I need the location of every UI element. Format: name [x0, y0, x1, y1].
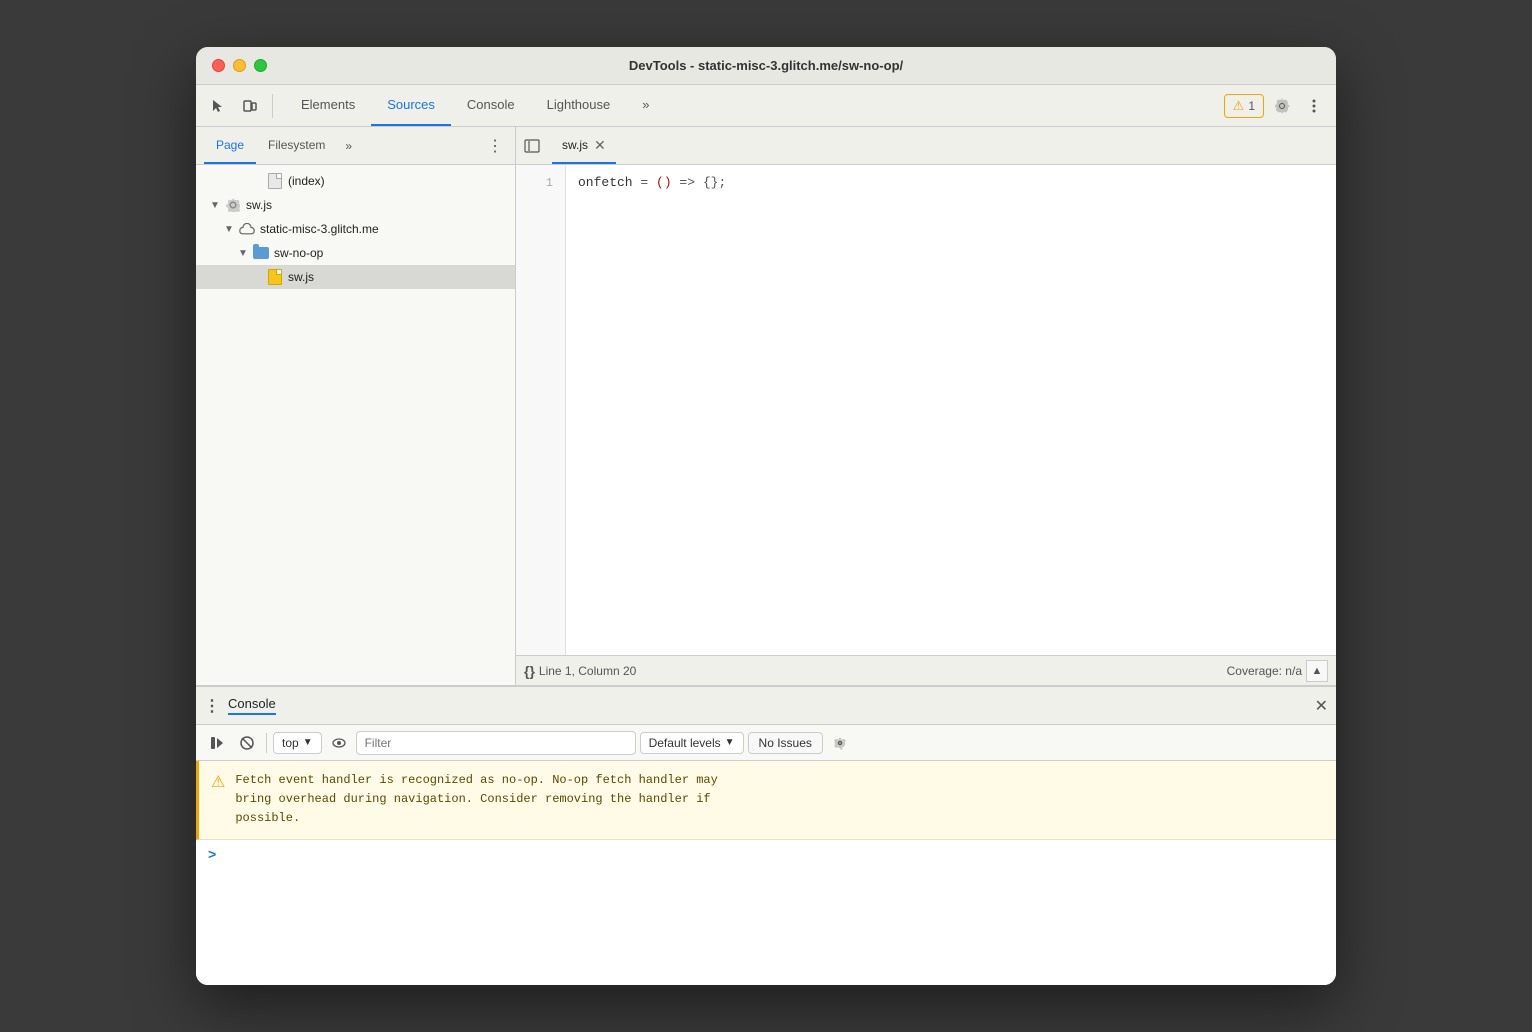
tab-more-panels[interactable]: »	[341, 139, 356, 153]
play-button[interactable]	[204, 730, 230, 756]
levels-selector[interactable]: Default levels ▼	[640, 732, 744, 754]
window-title: DevTools - static-misc-3.glitch.me/sw-no…	[629, 58, 903, 73]
bottom-panel: ⋮ Console ✕	[196, 685, 1336, 985]
tree-item-folder[interactable]: ▼ sw-no-op	[196, 241, 515, 265]
code-area: 1 onfetch = () => {};	[516, 165, 1336, 655]
console-header: ⋮ Console ✕	[196, 687, 1336, 725]
tab-sources[interactable]: Sources	[371, 85, 451, 126]
console-settings-button[interactable]	[827, 730, 853, 756]
warning-badge[interactable]: ⚠ 1	[1224, 94, 1264, 118]
console-close-button[interactable]: ✕	[1315, 696, 1328, 716]
stop-button[interactable]	[234, 730, 260, 756]
editor-tabs: sw.js ✕	[516, 127, 1336, 165]
context-selector[interactable]: top ▼	[273, 732, 322, 754]
devtools-body: Elements Sources Console Lighthouse » ⚠ …	[196, 85, 1336, 985]
console-menu-button[interactable]: ⋮	[204, 696, 220, 716]
minimize-button[interactable]	[233, 59, 246, 72]
tree-label-folder: sw-no-op	[274, 246, 323, 260]
toolbar-divider-1	[272, 94, 273, 118]
prompt-arrow-icon: >	[208, 846, 216, 862]
settings-button[interactable]	[1268, 92, 1296, 120]
console-toolbar: top ▼ Default levels ▼	[196, 725, 1336, 761]
tree-item-domain[interactable]: ▼ static-misc-3.glitch.me	[196, 217, 515, 241]
tab-filesystem[interactable]: Filesystem	[256, 127, 337, 164]
traffic-lights	[212, 59, 267, 72]
code-content[interactable]: onfetch = () => {};	[566, 165, 1336, 655]
no-issues-button[interactable]: No Issues	[748, 732, 823, 754]
watch-button[interactable]	[326, 730, 352, 756]
more-options-button[interactable]	[1300, 92, 1328, 120]
filter-input[interactable]	[356, 731, 636, 755]
tab-more[interactable]: »	[626, 85, 665, 126]
warning-message: ⚠ Fetch event handler is recognized as n…	[196, 761, 1336, 840]
tree-label-swjs-root: sw.js	[246, 198, 272, 212]
left-panel: Page Filesystem » ⋮ (index)	[196, 127, 516, 685]
console-title: Console	[228, 696, 276, 715]
editor-tab-label: sw.js	[562, 138, 588, 152]
folder-icon	[252, 244, 270, 262]
device-mode-button[interactable]	[236, 92, 264, 120]
tab-page[interactable]: Page	[204, 127, 256, 164]
tree-item-swjs-root[interactable]: ▼ sw.js	[196, 193, 515, 217]
status-bar: {} Line 1, Column 20 Coverage: n/a ▲	[516, 655, 1336, 685]
tree-label-swjs-file: sw.js	[288, 270, 314, 284]
tree-arrow-folder: ▼	[238, 248, 252, 259]
warning-count: 1	[1248, 99, 1255, 113]
tree-label-index: (index)	[288, 174, 325, 188]
editor-tab-swjs[interactable]: sw.js ✕	[552, 127, 616, 164]
scroll-up-button[interactable]: ▲	[1306, 660, 1328, 682]
levels-chevron-icon: ▼	[725, 737, 735, 748]
tree-arrow-swjs: ▼	[210, 200, 224, 211]
tree-item-index[interactable]: (index)	[196, 169, 515, 193]
select-element-button[interactable]	[204, 92, 232, 120]
status-bar-right: Coverage: n/a ▲	[1227, 660, 1328, 682]
tab-list: Elements Sources Console Lighthouse »	[285, 85, 665, 126]
line-numbers: 1	[516, 165, 566, 655]
coverage-status: Coverage: n/a	[1227, 664, 1302, 678]
console-prompt: >	[196, 840, 1336, 868]
close-button[interactable]	[212, 59, 225, 72]
code-line-1: onfetch = () => {};	[578, 173, 1324, 193]
tree-item-swjs-file[interactable]: sw.js	[196, 265, 515, 289]
panel-options-button[interactable]: ⋮	[483, 136, 507, 156]
tab-elements[interactable]: Elements	[285, 85, 371, 126]
warning-text: Fetch event handler is recognized as no-…	[235, 771, 717, 829]
js-file-icon	[266, 268, 284, 286]
cursor-position: Line 1, Column 20	[539, 664, 636, 678]
main-content: Page Filesystem » ⋮ (index)	[196, 127, 1336, 685]
levels-label: Default levels	[649, 736, 721, 750]
file-tree: (index) ▼ sw.js	[196, 165, 515, 685]
console-content: ⚠ Fetch event handler is recognized as n…	[196, 761, 1336, 985]
editor-tab-close[interactable]: ✕	[594, 138, 606, 152]
status-bar-left: {} Line 1, Column 20	[524, 663, 636, 679]
right-panel: sw.js ✕ 1 onfetch = () => {}; {}	[516, 127, 1336, 685]
doc-icon	[266, 172, 284, 190]
gear-icon	[224, 196, 242, 214]
chevron-down-icon: ▼	[303, 737, 313, 748]
maximize-button[interactable]	[254, 59, 267, 72]
console-input[interactable]	[224, 846, 1324, 861]
sidebar-toggle-button[interactable]	[520, 134, 544, 158]
line-num-1: 1	[516, 173, 565, 193]
toolbar-right: ⚠ 1	[1224, 92, 1328, 120]
console-divider-1	[266, 733, 267, 753]
top-toolbar: Elements Sources Console Lighthouse » ⚠ …	[196, 85, 1336, 127]
context-value: top	[282, 736, 299, 750]
panel-tabs: Page Filesystem » ⋮	[196, 127, 515, 165]
devtools-window: DevTools - static-misc-3.glitch.me/sw-no…	[196, 47, 1336, 985]
titlebar: DevTools - static-misc-3.glitch.me/sw-no…	[196, 47, 1336, 85]
cloud-icon	[238, 220, 256, 238]
warning-icon: ⚠	[1233, 98, 1245, 114]
tab-lighthouse[interactable]: Lighthouse	[531, 85, 627, 126]
tree-label-domain: static-misc-3.glitch.me	[260, 222, 379, 236]
warning-triangle-icon: ⚠	[211, 772, 225, 829]
tree-arrow-domain: ▼	[224, 224, 238, 235]
tab-console[interactable]: Console	[451, 85, 531, 126]
format-button[interactable]: {}	[524, 663, 535, 679]
